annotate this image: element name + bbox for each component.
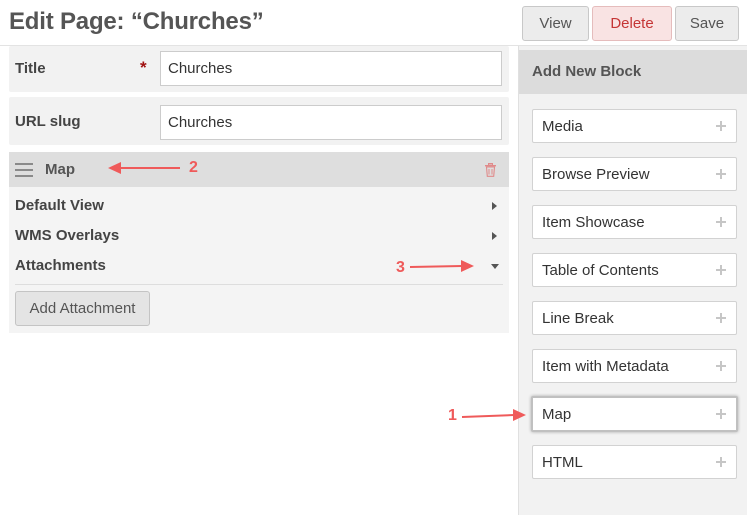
section-label: Default View	[15, 197, 104, 214]
block-item-label: Line Break	[542, 310, 614, 327]
block-item-label: Map	[542, 406, 572, 423]
section-wms-overlays[interactable]: WMS Overlays	[15, 224, 503, 248]
plus-icon	[716, 265, 726, 275]
required-mark: *	[140, 58, 147, 77]
add-block-html[interactable]: HTML	[532, 445, 737, 479]
attachments-divider	[15, 284, 503, 285]
title-field-group: Title *	[9, 46, 509, 92]
add-attachment-button[interactable]: Add Attachment	[15, 291, 150, 326]
annotation-number-3: 3	[396, 259, 405, 276]
plus-icon	[716, 217, 726, 227]
slug-input[interactable]	[160, 105, 502, 140]
title-label: Title	[15, 60, 46, 77]
annotation-number-1: 1	[448, 407, 457, 424]
sidebar-title: Add New Block	[532, 63, 642, 80]
plus-icon	[716, 169, 726, 179]
section-attachments[interactable]: Attachments	[15, 254, 503, 278]
sidebar-header: Add New Block	[519, 50, 747, 94]
annotation-number-2: 2	[189, 159, 198, 176]
add-block-media[interactable]: Media	[532, 109, 737, 143]
section-label: WMS Overlays	[15, 227, 120, 244]
drag-handle-icon[interactable]	[15, 163, 33, 177]
caret-right-icon	[492, 202, 497, 210]
map-block: Map Default View WMS Overlays Attachment…	[9, 152, 509, 333]
block-item-label: Item with Metadata	[542, 358, 669, 375]
trash-icon[interactable]	[484, 163, 497, 177]
delete-button[interactable]: Delete	[592, 6, 672, 41]
plus-icon	[716, 361, 726, 371]
map-block-title: Map	[45, 161, 75, 178]
section-default-view[interactable]: Default View	[15, 194, 503, 218]
add-block-map[interactable]: Map	[531, 396, 738, 432]
page-title: Edit Page: “Churches”	[9, 8, 264, 35]
view-button[interactable]: View	[522, 6, 589, 41]
add-block-table-of-contents[interactable]: Table of Contents	[532, 253, 737, 287]
title-input[interactable]	[160, 51, 502, 86]
add-block-sidebar: Add New Block Media Browse Preview Item …	[518, 46, 747, 515]
slug-label: URL slug	[15, 113, 81, 130]
add-block-line-break[interactable]: Line Break	[532, 301, 737, 335]
block-item-label: Table of Contents	[542, 262, 659, 279]
add-block-item-with-metadata[interactable]: Item with Metadata	[532, 349, 737, 383]
save-button[interactable]: Save	[675, 6, 739, 41]
plus-icon	[716, 121, 726, 131]
slug-field-group: URL slug	[9, 97, 509, 145]
block-item-label: Media	[542, 118, 583, 135]
add-block-item-showcase[interactable]: Item Showcase	[532, 205, 737, 239]
caret-down-icon	[491, 264, 499, 269]
caret-right-icon	[492, 232, 497, 240]
plus-icon	[716, 409, 726, 419]
section-label: Attachments	[15, 257, 106, 274]
map-block-header: Map	[9, 152, 509, 187]
annotation-arrow-1	[461, 414, 515, 418]
plus-icon	[716, 313, 726, 323]
block-item-label: HTML	[542, 454, 583, 471]
block-item-label: Item Showcase	[542, 214, 645, 231]
add-block-browse-preview[interactable]: Browse Preview	[532, 157, 737, 191]
block-item-label: Browse Preview	[542, 166, 650, 183]
plus-icon	[716, 457, 726, 467]
